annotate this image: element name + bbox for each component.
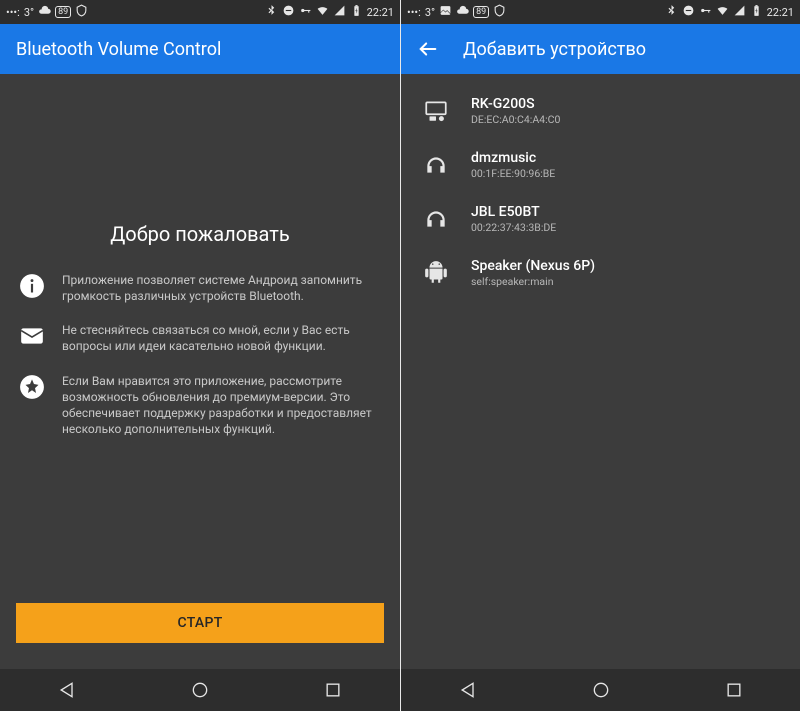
- status-bar: •••: 3° 89: [401, 0, 800, 24]
- nav-back-button[interactable]: [32, 680, 102, 700]
- nav-home-button[interactable]: [165, 680, 235, 700]
- welcome-heading: Добро пожаловать: [18, 222, 382, 246]
- start-button[interactable]: СТАРТ: [16, 603, 384, 643]
- android-icon: [421, 258, 451, 288]
- shield-icon: [75, 4, 88, 20]
- app-bar: Bluetooth Volume Control: [0, 24, 400, 74]
- device-mac: DE:EC:A0:C4:A4:C0: [471, 113, 560, 126]
- image-icon: [439, 4, 452, 20]
- wifi-icon: [316, 4, 329, 20]
- device-row[interactable]: RK-G200S DE:EC:A0:C4:A4:C0: [401, 84, 800, 138]
- app-bar: Добавить устройство: [401, 24, 800, 74]
- feature-text: Приложение позволяет системе Андроид зап…: [62, 272, 382, 304]
- display-icon: [421, 96, 451, 126]
- badge-icon: 89: [473, 6, 489, 18]
- feature-row-mail: Не стесняйтесь связаться со мной, если у…: [18, 322, 382, 354]
- temperature: 3°: [425, 6, 435, 19]
- temperature: 3°: [24, 6, 34, 19]
- feature-text: Если Вам нравится это приложение, рассмо…: [62, 373, 382, 438]
- bluetooth-icon: [265, 4, 278, 20]
- cloud-icon: [456, 4, 469, 20]
- nav-recent-button[interactable]: [699, 680, 769, 700]
- clock: 22:21: [767, 6, 794, 19]
- battery-icon: [750, 4, 763, 20]
- device-list: RK-G200S DE:EC:A0:C4:A4:C0 dmzmusic 00:1…: [401, 74, 800, 310]
- dnd-icon: [682, 4, 695, 20]
- device-name: JBL E50BT: [471, 204, 556, 220]
- phone-screen-welcome: •••: 3° 89: [0, 0, 400, 711]
- signal-icon: [733, 4, 746, 20]
- device-row[interactable]: dmzmusic 00:1F:EE:90:96:BE: [401, 138, 800, 192]
- nav-bar: [401, 669, 800, 711]
- bluetooth-icon: [665, 4, 678, 20]
- nav-home-button[interactable]: [566, 680, 636, 700]
- feature-row-star: Если Вам нравится это приложение, рассмо…: [18, 373, 382, 438]
- headphones-icon: [421, 150, 451, 180]
- more-icon: •••:: [6, 6, 20, 19]
- feature-text: Не стесняйтесь связаться со мной, если у…: [62, 322, 382, 354]
- key-icon: [699, 4, 712, 20]
- device-row[interactable]: Speaker (Nexus 6P) self:speaker:main: [401, 246, 800, 300]
- device-name: RK-G200S: [471, 96, 560, 112]
- device-mac: 00:1F:EE:90:96:BE: [471, 167, 555, 180]
- device-mac: 00:22:37:43:3B:DE: [471, 221, 556, 234]
- badge-icon: 89: [55, 6, 71, 18]
- device-mac: self:speaker:main: [471, 275, 595, 288]
- phone-screen-add-device: •••: 3° 89: [400, 0, 800, 711]
- nav-recent-button[interactable]: [298, 680, 368, 700]
- shield-icon: [493, 4, 506, 20]
- key-icon: [299, 4, 312, 20]
- headphones-icon: [421, 204, 451, 234]
- app-title: Добавить устройство: [463, 39, 646, 60]
- status-bar: •••: 3° 89: [0, 0, 400, 24]
- signal-icon: [333, 4, 346, 20]
- mail-icon: [18, 322, 46, 350]
- more-icon: •••:: [407, 6, 421, 19]
- nav-bar: [0, 669, 400, 711]
- device-name: dmzmusic: [471, 150, 555, 166]
- info-icon: [18, 272, 46, 300]
- nav-back-button[interactable]: [433, 680, 503, 700]
- cloud-icon: [38, 4, 51, 20]
- feature-row-info: Приложение позволяет системе Андроид зап…: [18, 272, 382, 304]
- device-name: Speaker (Nexus 6P): [471, 258, 595, 274]
- dnd-icon: [282, 4, 295, 20]
- clock: 22:21: [367, 6, 394, 19]
- back-arrow-icon[interactable]: [417, 38, 439, 60]
- app-title: Bluetooth Volume Control: [16, 39, 221, 60]
- battery-icon: [350, 4, 363, 20]
- wifi-icon: [716, 4, 729, 20]
- device-row[interactable]: JBL E50BT 00:22:37:43:3B:DE: [401, 192, 800, 246]
- star-icon: [18, 373, 46, 401]
